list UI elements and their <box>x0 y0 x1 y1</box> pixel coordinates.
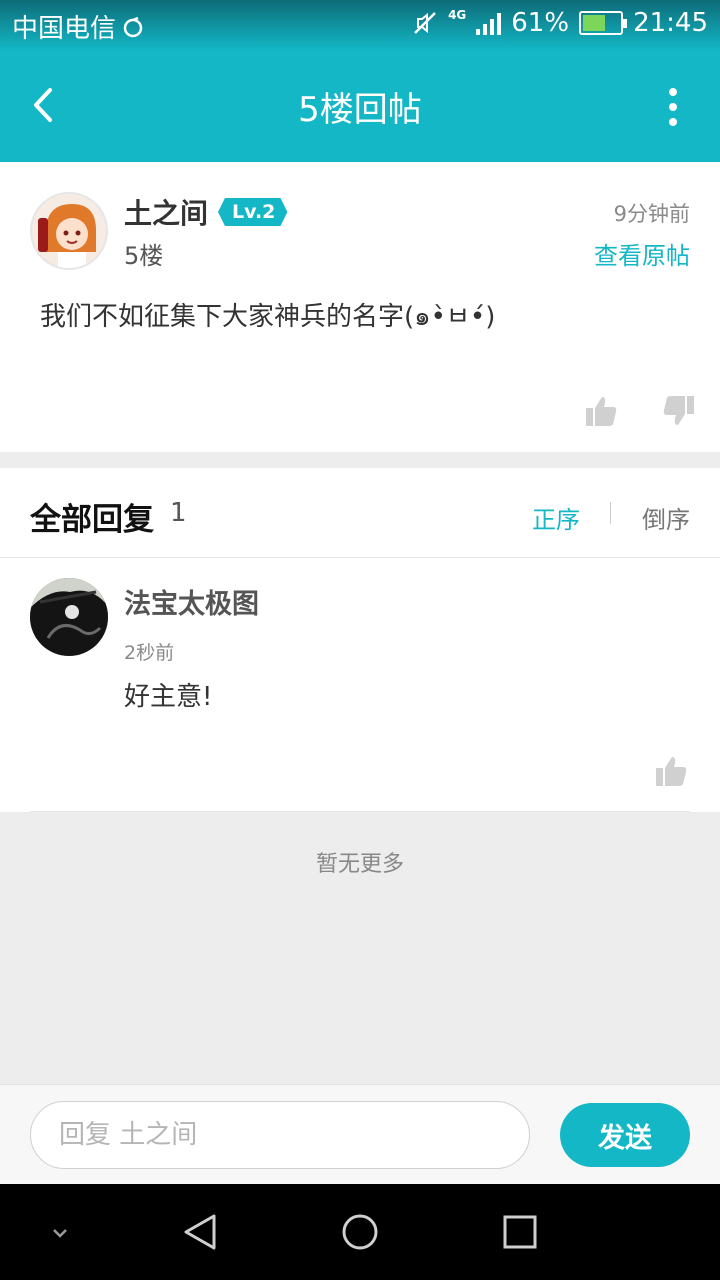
replies-header: 全部回复 1 正序 倒序 <box>0 468 720 558</box>
post-card: 土之间 Lv.2 5楼 9分钟前 查看原帖 我们不如征集下大家神兵的名字(๑•̀… <box>0 162 720 452</box>
home-nav-button[interactable] <box>340 1212 380 1252</box>
reply-input[interactable] <box>30 1101 530 1169</box>
clock: 21:45 <box>633 8 708 38</box>
recents-nav-button[interactable] <box>500 1212 540 1252</box>
sort-descending-button[interactable]: 倒序 <box>642 500 690 535</box>
page-title: 5楼回帖 <box>298 90 422 130</box>
signal-icon <box>476 11 502 35</box>
reply-item: 法宝太极图 2秒前 好主意! <box>0 558 720 812</box>
circle-home-icon <box>342 1214 378 1250</box>
reply-content: 好主意! <box>124 682 213 712</box>
replies-title: 全部回复 <box>30 502 154 538</box>
square-recents-icon <box>503 1215 537 1249</box>
post-time: 9分钟前 <box>613 202 690 226</box>
nav-bar: 5楼回帖 <box>0 50 720 162</box>
status-bar: 中国电信 4G 61% 21:45 <box>0 0 720 50</box>
chevron-down-icon <box>53 1229 67 1238</box>
dark-figure-avatar-icon <box>30 578 108 656</box>
app-header: 中国电信 4G 61% 21:45 5楼回帖 <box>0 0 720 162</box>
reply-author[interactable]: 法宝太极图 <box>124 582 259 621</box>
more-vertical-icon <box>669 88 677 96</box>
post-author: 土之间 Lv.2 <box>124 192 288 232</box>
thumb-up-icon <box>586 397 617 426</box>
send-button[interactable]: 发送 <box>560 1103 690 1167</box>
no-more-text: 暂无更多 <box>315 852 404 877</box>
reply-like-button[interactable] <box>654 754 688 788</box>
thumb-down-icon <box>663 396 694 425</box>
sort-divider <box>610 502 611 524</box>
level-badge: Lv.2 <box>218 198 288 226</box>
reply-input-bar: 发送 <box>0 1084 720 1184</box>
sort-ascending-button[interactable]: 正序 <box>532 500 580 535</box>
mute-icon <box>414 12 436 34</box>
post-content: 我们不如征集下大家神兵的名字(๑•̀ㅂ•́) <box>40 302 496 332</box>
back-nav-button[interactable] <box>180 1212 220 1252</box>
replies-count: 1 <box>170 498 187 528</box>
like-button[interactable] <box>584 394 618 428</box>
view-original-link[interactable]: 查看原帖 <box>594 236 690 271</box>
more-button[interactable] <box>666 88 680 126</box>
author-name[interactable]: 土之间 <box>124 192 208 232</box>
status-indicators: 4G 61% 21:45 <box>412 8 708 38</box>
anime-avatar-icon <box>32 194 106 268</box>
avatar[interactable] <box>30 578 108 656</box>
thumb-up-icon <box>656 757 687 786</box>
triangle-back-icon <box>184 1214 216 1250</box>
floor-number: 5楼 <box>124 242 164 270</box>
reply-time: 2秒前 <box>124 642 175 664</box>
battery-icon <box>579 11 628 35</box>
hide-nav-button[interactable] <box>40 1212 80 1252</box>
battery-fill <box>583 15 606 31</box>
network-type: 4G <box>448 8 467 22</box>
system-nav-bar <box>0 1184 720 1280</box>
dislike-button[interactable] <box>662 394 696 428</box>
hd-call-icon <box>123 16 143 37</box>
carrier-info: 中国电信 <box>12 8 144 45</box>
battery-percent: 61% <box>511 8 570 38</box>
avatar[interactable] <box>30 192 108 270</box>
carrier-name: 中国电信 <box>12 14 117 44</box>
divider <box>30 811 690 812</box>
